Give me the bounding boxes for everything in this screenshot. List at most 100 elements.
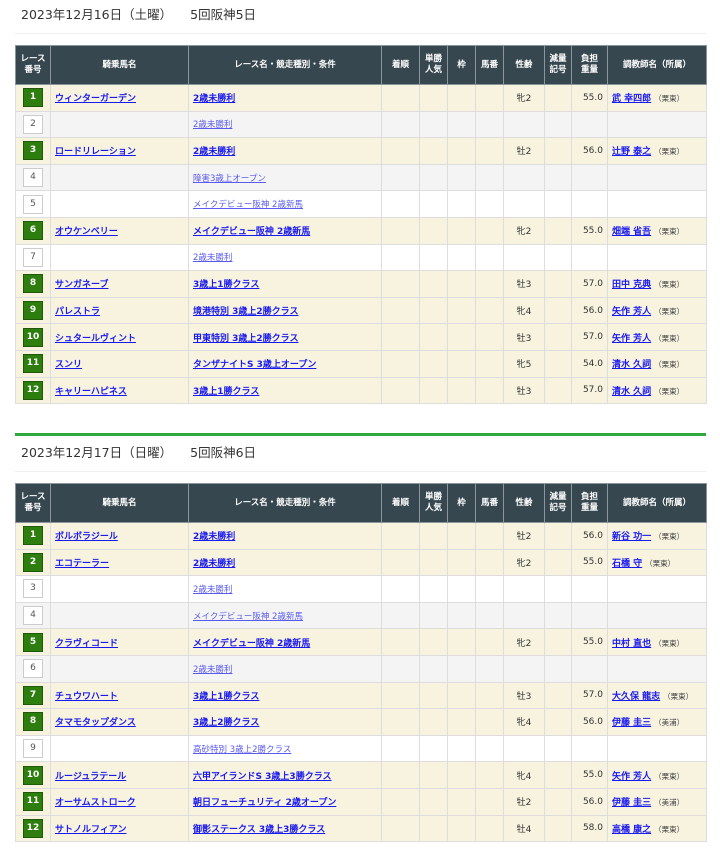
- race-link[interactable]: 御影ステークス 3歳上3勝クラス: [193, 825, 325, 835]
- race-number-badge[interactable]: 6: [23, 221, 43, 241]
- race-link[interactable]: 2歳未勝利: [193, 253, 232, 263]
- race-link[interactable]: メイクデビュー阪神 2歳新馬: [193, 227, 310, 237]
- race-number-badge[interactable]: 2: [23, 114, 43, 134]
- race-link[interactable]: メイクデビュー阪神 2歳新馬: [193, 612, 303, 622]
- race-number-badge[interactable]: 12: [23, 818, 43, 838]
- race-link[interactable]: 3歳上1勝クラス: [193, 280, 259, 290]
- race-link[interactable]: 2歳未勝利: [193, 585, 232, 595]
- race-number-badge[interactable]: 7: [23, 685, 43, 705]
- race-number-badge[interactable]: 9: [23, 739, 43, 759]
- trainer-link[interactable]: 矢作 芳人: [612, 334, 651, 344]
- header-trainer: 調教師名（所属）: [607, 483, 707, 523]
- horse-cell: [50, 243, 189, 272]
- trainer-affiliation: （美浦）: [654, 718, 685, 728]
- finish-cell: [381, 814, 420, 843]
- race-number-badge[interactable]: 3: [23, 579, 43, 599]
- race-number-badge[interactable]: 8: [23, 274, 43, 294]
- race-number-badge[interactable]: 4: [23, 168, 43, 188]
- race-link[interactable]: 障害3歳上オープン: [193, 174, 266, 184]
- race-link[interactable]: 2歳未勝利: [193, 94, 235, 104]
- race-number-badge[interactable]: 7: [23, 247, 43, 267]
- trainer-affiliation: （美浦）: [654, 798, 685, 808]
- weight-reduction-cell: [544, 137, 572, 165]
- race-number-badge[interactable]: 5: [23, 632, 43, 652]
- horse-link[interactable]: ウィンターガーデン: [55, 94, 136, 104]
- race-number-badge[interactable]: 11: [23, 792, 43, 812]
- trainer-link[interactable]: 高橋 康之: [612, 825, 651, 835]
- race-number-badge[interactable]: 11: [23, 354, 43, 374]
- trainer-link[interactable]: 新谷 功一: [612, 532, 651, 542]
- horse-link[interactable]: ルージュラテール: [55, 772, 126, 782]
- trainer-link[interactable]: 田中 克典: [612, 280, 651, 290]
- trainer-link[interactable]: 畑端 省吾: [612, 227, 651, 237]
- horse-link[interactable]: クラヴィコード: [55, 639, 118, 649]
- trainer-link[interactable]: 清水 久詞: [612, 387, 651, 397]
- horse-link[interactable]: ボルボラジール: [55, 532, 118, 542]
- horse-cell: [50, 601, 189, 630]
- trainer-link[interactable]: 中村 直也: [612, 639, 651, 649]
- horse-number-cell: [475, 708, 504, 736]
- race-link[interactable]: 2歳未勝利: [193, 559, 235, 569]
- horse-link[interactable]: パレストラ: [55, 307, 100, 317]
- horse-link[interactable]: サトノルフィアン: [55, 825, 126, 835]
- horse-link[interactable]: ロードリレーション: [55, 147, 136, 157]
- trainer-link[interactable]: 矢作 芳人: [612, 307, 651, 317]
- race-link[interactable]: タンザナイトS 3歳上オープン: [193, 360, 316, 370]
- frame-cell: [447, 349, 476, 378]
- weight-cell: [571, 190, 608, 218]
- race-number-badge[interactable]: 5: [23, 194, 43, 214]
- race-link[interactable]: 2歳未勝利: [193, 532, 235, 542]
- horse-link[interactable]: サンガネーブ: [55, 280, 108, 290]
- horse-number-cell: [475, 323, 504, 351]
- horse-link[interactable]: キャリーハピネス: [55, 387, 127, 397]
- trainer-link[interactable]: 大久保 龍志: [612, 692, 660, 702]
- race-link[interactable]: 六甲アイランドS 3歳上3勝クラス: [193, 772, 332, 782]
- race-link[interactable]: メイクデビュー阪神 2歳新馬: [193, 200, 303, 210]
- race-number-badge[interactable]: 8: [23, 712, 43, 732]
- horse-link[interactable]: スンリ: [55, 360, 82, 370]
- horse-link[interactable]: チュウワハート: [55, 692, 118, 702]
- race-number-badge[interactable]: 2: [23, 552, 43, 572]
- trainer-link[interactable]: 石橋 守: [612, 559, 642, 569]
- horse-link[interactable]: シュタールヴィント: [55, 334, 136, 344]
- weight-cell: [571, 243, 608, 272]
- trainer-link[interactable]: 矢作 芳人: [612, 772, 651, 782]
- trainer-link[interactable]: 伊藤 圭三: [612, 718, 651, 728]
- race-link[interactable]: 朝日フューチュリティ 2歳オープン: [193, 798, 336, 808]
- horse-number-cell: [475, 522, 504, 550]
- trainer-link[interactable]: 清水 久詞: [612, 360, 651, 370]
- race-link[interactable]: 2歳未勝利: [193, 120, 232, 130]
- horse-link[interactable]: タマモタップダンス: [55, 718, 136, 728]
- popularity-cell: [419, 296, 448, 325]
- race-number-badge[interactable]: 1: [23, 526, 43, 546]
- race-link[interactable]: 境港特別 3歳上2勝クラス: [193, 307, 298, 317]
- race-link[interactable]: 3歳上1勝クラス: [193, 387, 259, 397]
- race-link[interactable]: 甲東特別 3歳上2勝クラス: [193, 334, 298, 344]
- horse-number-cell: [475, 654, 504, 683]
- race-number-badge[interactable]: 1: [23, 88, 43, 108]
- race-link[interactable]: 3歳上1勝クラス: [193, 692, 259, 702]
- race-number-badge[interactable]: 10: [23, 327, 43, 347]
- meeting: 5回阪神6日: [190, 445, 257, 460]
- race-number-badge[interactable]: 6: [23, 659, 43, 679]
- race-number-badge[interactable]: 12: [23, 380, 43, 400]
- race-number-badge[interactable]: 4: [23, 606, 43, 626]
- race-link[interactable]: 高砂特別 3歳上2勝クラス: [193, 745, 291, 755]
- trainer-link[interactable]: 伊藤 圭三: [612, 798, 651, 808]
- race-link[interactable]: 2歳未勝利: [193, 665, 232, 675]
- race-link[interactable]: 2歳未勝利: [193, 147, 235, 157]
- race-number-badge[interactable]: 9: [23, 301, 43, 321]
- race-link[interactable]: 3歳上2勝クラス: [193, 718, 259, 728]
- horse-link[interactable]: オーサムストローク: [55, 798, 136, 808]
- horse-link[interactable]: オウケンベリー: [55, 227, 118, 237]
- race-number-badge[interactable]: 10: [23, 765, 43, 785]
- trainer-link[interactable]: 辻野 泰之: [612, 147, 651, 157]
- horse-number-cell: [475, 681, 504, 710]
- trainer-link[interactable]: 武 幸四郎: [612, 94, 651, 104]
- race-number-cell: 4: [15, 601, 51, 630]
- horse-link[interactable]: エコテーラー: [55, 559, 109, 569]
- horse-cell: エコテーラー: [50, 548, 189, 577]
- race-link[interactable]: メイクデビュー阪神 2歳新馬: [193, 639, 310, 649]
- horse-cell: パレストラ: [50, 296, 189, 325]
- race-number-badge[interactable]: 3: [23, 141, 43, 161]
